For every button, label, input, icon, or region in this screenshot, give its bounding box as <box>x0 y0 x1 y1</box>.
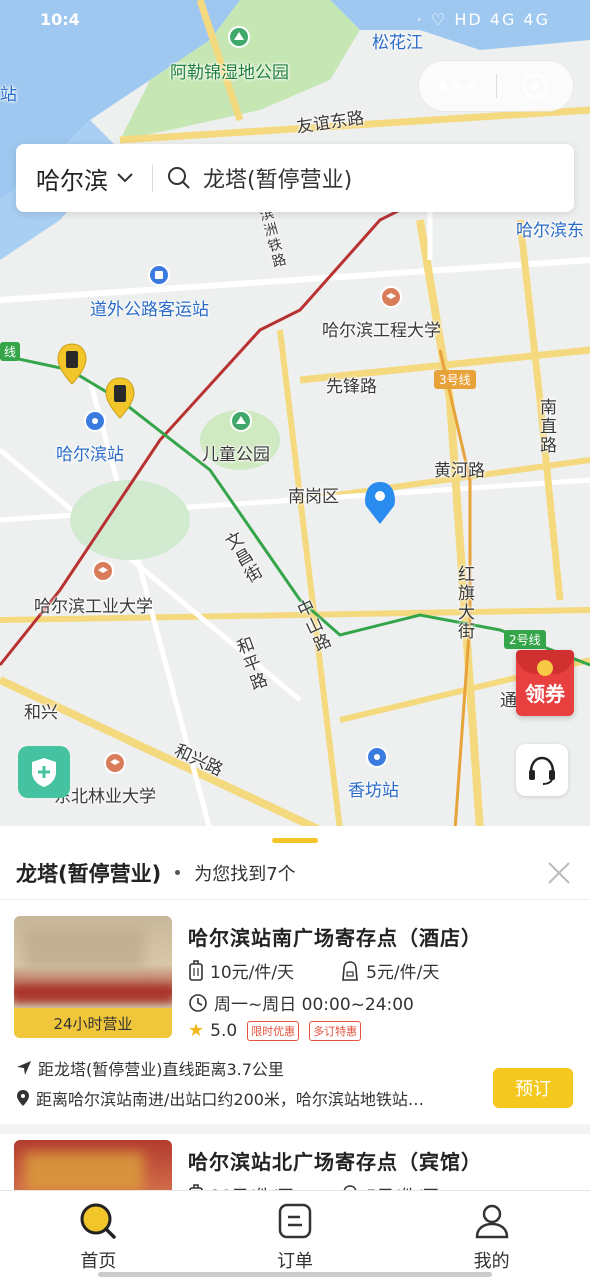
rating-value: 5.0 <box>210 1020 238 1041</box>
train-station-icon <box>84 410 106 432</box>
clock-icon <box>189 993 207 1012</box>
map-label-xiangfang: 香坊站 <box>348 781 399 801</box>
navigation-arrow-icon <box>17 1061 31 1075</box>
luggage-pin-icon[interactable] <box>56 342 88 390</box>
map-label-tong: 通 <box>500 691 517 711</box>
luggage-pin-icon[interactable] <box>104 376 136 424</box>
city-selector[interactable]: 哈尔滨 <box>16 161 134 196</box>
distance-text: 距龙塔(暂停营业)直线距离3.7公里 <box>38 1060 284 1079</box>
map-label-hpu: 哈尔滨工业大学 <box>34 597 153 617</box>
promo-tag: 多订特惠 <box>309 1020 362 1041</box>
search-input[interactable]: 龙塔(暂停营业) <box>167 162 352 194</box>
tab-profile-label: 我的 <box>473 1251 510 1272</box>
home-indicator <box>98 1272 492 1277</box>
search-query: 龙塔(暂停营业) <box>203 168 353 193</box>
map-label-line2: 2号线 <box>504 630 546 649</box>
suitcase-icon <box>189 959 203 981</box>
star-icon: ★ <box>188 1020 205 1041</box>
address-row: 距离哈尔滨站南进/出站口约200米，哈尔滨站地铁站… <box>16 1086 424 1110</box>
sheet-handle[interactable] <box>272 838 318 843</box>
map-label-nangang: 南岗区 <box>288 487 339 507</box>
suitcase-price: 10元/件/天 <box>210 963 295 983</box>
open-hours-badge: 24小时营业 <box>14 1008 172 1038</box>
city-label: 哈尔滨 <box>36 166 108 195</box>
map-view[interactable]: 10:4 · ♡ HD 4G 4G 松花江 阿勒锦湿地公园 友谊东路 道外公路客… <box>0 0 590 830</box>
price-row: 10元/件/天 5元/件/天 <box>188 1182 439 1190</box>
tab-home-label: 首页 <box>80 1251 117 1272</box>
search-icon <box>168 167 190 189</box>
results-header: 龙塔(暂停营业) 为您找到7个 <box>0 846 590 900</box>
user-icon <box>475 1204 508 1239</box>
close-miniprogram-icon[interactable] <box>497 72 574 100</box>
search-home-icon <box>80 1203 117 1239</box>
storage-photo: 24小时营业 <box>14 916 172 1038</box>
storage-name: 哈尔滨站北广场寄存点（宾馆） <box>188 1150 482 1174</box>
miniprogram-capsule <box>418 60 574 112</box>
results-count: 为您找到7个 <box>194 863 296 885</box>
insurance-button[interactable] <box>18 746 70 798</box>
tab-home[interactable]: 首页 <box>0 1191 197 1280</box>
status-time: 10:4 <box>40 10 80 29</box>
hours-row: 周一~周日 00:00~24:00 <box>188 990 414 1015</box>
tab-profile[interactable]: 我的 <box>393 1191 590 1280</box>
book-button[interactable]: 预订 <box>493 1068 573 1108</box>
shield-plus-icon <box>32 758 56 787</box>
map-label-hongqi: 红旗大街 <box>454 565 474 641</box>
headset-icon <box>529 756 555 785</box>
map-label-hit: 哈尔滨工程大学 <box>322 321 441 341</box>
address-text: 距离哈尔滨站南进/出站口约200米，哈尔滨站地铁站… <box>36 1090 424 1109</box>
map-label-line-left: 线 <box>0 342 21 361</box>
map-label-xianfeng-road: 先锋路 <box>326 377 377 397</box>
search-bar: 哈尔滨 龙塔(暂停营业) <box>16 144 574 212</box>
university-icon <box>104 752 126 774</box>
results-sheet: 龙塔(暂停营业) 为您找到7个 24小时营业 哈尔滨站南广场寄存点（酒店） 10… <box>0 826 590 1190</box>
suitcase-price: 10元/件/天 <box>210 1182 294 1190</box>
map-label-daowai-station: 道外公路客运站 <box>90 300 209 320</box>
map-label-huanghe-road: 黄河路 <box>434 461 485 481</box>
storage-name: 哈尔滨站南广场寄存点（酒店） <box>188 926 482 950</box>
promo-tag: 限时优惠 <box>247 1020 300 1041</box>
university-icon <box>380 286 402 308</box>
park-poi-icon <box>228 26 250 48</box>
orders-icon <box>278 1203 312 1239</box>
results-title: 龙塔(暂停营业) <box>16 861 162 886</box>
distance-row: 距龙塔(暂停营业)直线距离3.7公里 <box>16 1056 284 1080</box>
coin-icon <box>537 660 553 676</box>
map-label-harbin-station: 哈尔滨站 <box>56 445 124 465</box>
map-label-wetland: 阿勒锦湿地公园 <box>170 63 289 83</box>
bus-station-icon <box>148 264 170 286</box>
status-indicators: · ♡ HD 4G 4G <box>416 10 550 29</box>
map-label-songhua: 松花江 <box>372 33 423 53</box>
metro-station-icon <box>366 746 388 768</box>
coupon-button[interactable]: 领券 <box>516 650 574 716</box>
price-row: 10元/件/天 5元/件/天 <box>188 958 439 983</box>
map-label-hexing: 和兴 <box>24 703 58 723</box>
bag-price: 5元/件/天 <box>366 1182 439 1190</box>
storage-photo <box>14 1140 172 1190</box>
more-menu-icon[interactable] <box>419 82 496 90</box>
map-label-nanzhi-road: 南直路 <box>536 398 556 455</box>
bottom-tab-bar: 首页 订单 我的 <box>0 1190 590 1280</box>
park-poi-icon <box>230 410 252 432</box>
hours-text: 周一~周日 00:00~24:00 <box>214 995 414 1015</box>
status-bar: 10:4 · ♡ HD 4G 4G <box>0 0 590 40</box>
rating-row: ★ 5.0 限时优惠 多订特惠 <box>188 1020 362 1041</box>
bag-price: 5元/件/天 <box>366 963 440 983</box>
tab-orders-label: 订单 <box>277 1251 313 1272</box>
chevron-down-icon <box>117 173 133 183</box>
map-label-line3: 3号线 <box>434 370 476 389</box>
bag-icon <box>342 960 358 981</box>
location-pin-icon <box>17 1090 29 1106</box>
map-label-childrens-park: 儿童公园 <box>202 445 270 465</box>
customer-service-button[interactable] <box>516 744 568 796</box>
map-label-harbin-east: 哈尔滨东 <box>516 221 584 241</box>
map-label-left-top: 站 <box>0 85 17 105</box>
coupon-label: 领券 <box>525 682 565 706</box>
close-icon[interactable] <box>546 860 572 886</box>
university-icon <box>92 560 114 582</box>
tab-orders[interactable]: 订单 <box>197 1191 394 1280</box>
